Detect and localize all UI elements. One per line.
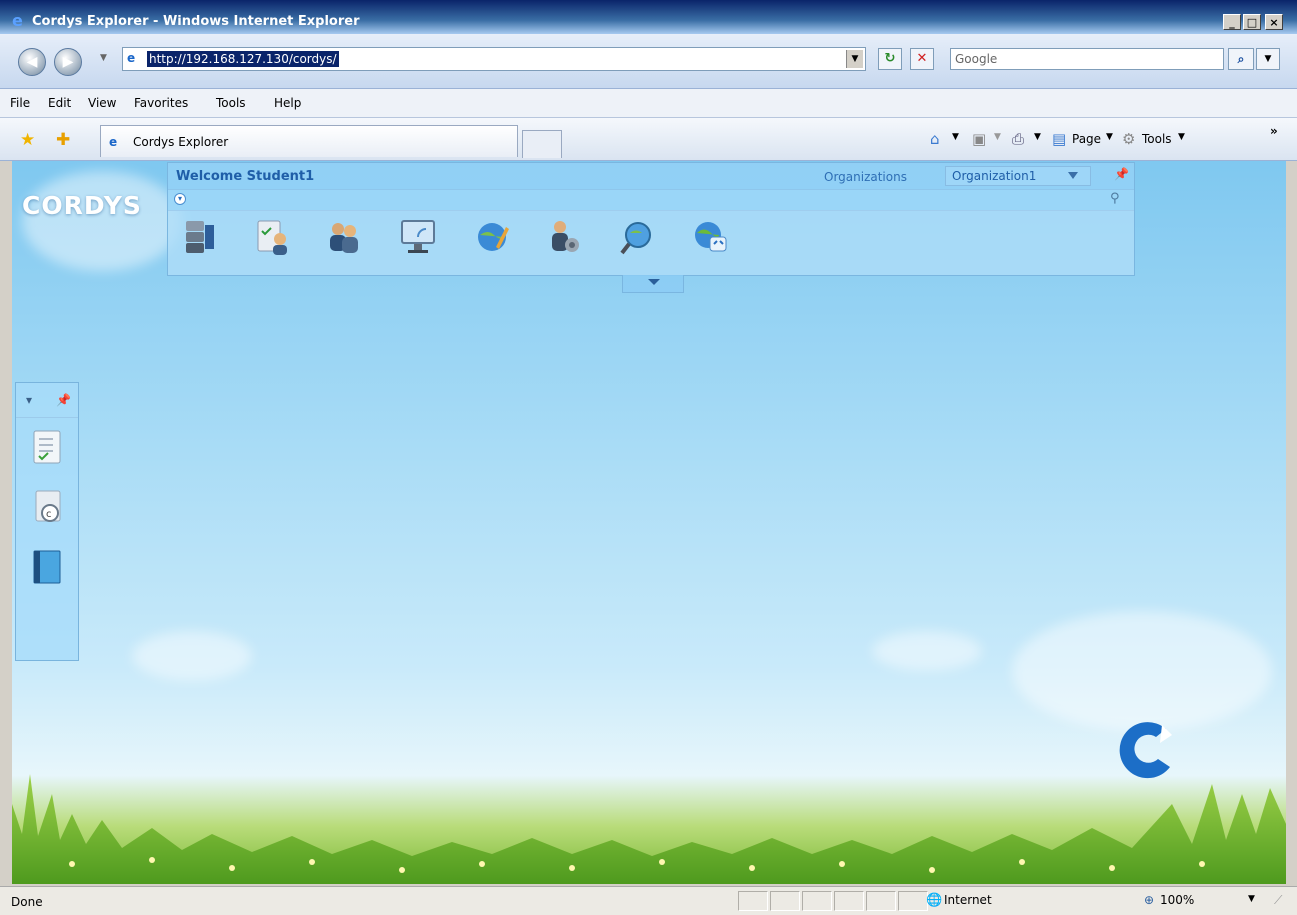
status-pane — [802, 891, 832, 911]
side-pin-icon[interactable]: 📌 — [56, 393, 71, 407]
page-menu-icon[interactable]: ▤ — [1052, 130, 1066, 148]
globe-edit-icon[interactable] — [470, 215, 514, 259]
gear-icon[interactable]: ⚙ — [1122, 130, 1135, 148]
book-icon[interactable] — [28, 547, 68, 587]
user-settings-icon[interactable] — [542, 215, 586, 259]
menu-favorites[interactable]: Favorites — [134, 96, 188, 110]
print-dropdown-icon[interactable]: ▼ — [1034, 132, 1041, 142]
organizations-label: Organizations — [824, 170, 907, 184]
page-menu[interactable]: Page — [1072, 132, 1101, 146]
window-title: Cordys Explorer - Windows Internet Explo… — [32, 14, 360, 29]
cordys-logo: CORDYS — [22, 191, 142, 220]
favorites-star-icon[interactable]: ★ — [20, 130, 35, 150]
new-tab-button[interactable] — [522, 130, 562, 158]
resize-grip-icon[interactable]: ⟋ — [1274, 893, 1282, 908]
zoom-level[interactable]: 100% — [1160, 893, 1194, 907]
minimize-button[interactable]: _ — [1223, 14, 1241, 30]
page-icon: e — [127, 51, 136, 65]
home-dropdown-icon[interactable]: ▼ — [952, 132, 959, 142]
search-tool-icon[interactable]: ⚲ — [1110, 191, 1120, 206]
side-panel-header: ▾ 📌 — [16, 383, 78, 418]
address-bar[interactable]: e http://192.168.127.130/cordys/ ▼ — [122, 47, 866, 71]
app-toolbar-panel: Welcome Student1 Organizations Organizat… — [167, 162, 1135, 276]
zoom-icon: ⊕ — [1144, 893, 1155, 907]
menu-help[interactable]: Help — [274, 96, 301, 110]
background-cloud — [872, 631, 982, 671]
history-dropdown-icon[interactable]: ▼ — [100, 53, 107, 63]
favorites-bar: ★ ✚ e Cordys Explorer ⌂ ▼ ▣ ▼ ⎙ ▼ ▤ Page… — [0, 118, 1297, 161]
tab-title: Cordys Explorer — [133, 135, 229, 149]
task-list-icon[interactable] — [28, 427, 68, 467]
background-cloud — [22, 171, 182, 271]
title-bar: e Cordys Explorer - Windows Internet Exp… — [0, 0, 1297, 34]
menu-file[interactable]: File — [10, 96, 30, 110]
search-options-dropdown[interactable]: ▼ — [1256, 48, 1280, 70]
toolbar-expander[interactable] — [622, 275, 684, 293]
menu-bar: File Edit View Favorites Tools Help — [0, 89, 1297, 118]
menu-view[interactable]: View — [88, 96, 116, 110]
database-icon[interactable] — [178, 215, 222, 259]
status-pane — [738, 891, 768, 911]
collapse-toggle-icon[interactable]: ▾ — [174, 193, 186, 205]
feeds-dropdown-icon[interactable]: ▼ — [994, 132, 1001, 142]
search-input[interactable]: Google — [950, 48, 1224, 70]
status-pane — [898, 891, 928, 911]
forward-button[interactable]: ▶ — [54, 48, 82, 76]
back-button[interactable]: ◀ — [18, 48, 46, 76]
refresh-button[interactable]: ↻ — [878, 48, 902, 70]
zoom-dropdown-icon[interactable]: ▼ — [1248, 894, 1255, 904]
pin-icon[interactable]: 📌 — [1114, 167, 1129, 181]
users-icon[interactable] — [322, 215, 366, 259]
side-panel: ▾ 📌 c — [15, 382, 79, 661]
menu-edit[interactable]: Edit — [48, 96, 71, 110]
cordys-brand-icon — [1119, 722, 1172, 779]
page-icon: e — [109, 135, 118, 149]
chevron-down-icon — [1068, 172, 1078, 179]
copyright-document-icon[interactable]: c — [28, 487, 68, 527]
organization-value: Organization1 — [952, 169, 1037, 183]
background-cloud — [132, 631, 252, 681]
feeds-icon[interactable]: ▣ — [972, 130, 986, 148]
page-content: CORDYS Welcome Student1 Organizations Or… — [12, 161, 1286, 884]
svg-text:c: c — [46, 509, 52, 520]
search-icon[interactable]: ⌕ — [1228, 48, 1254, 70]
internet-zone-icon: 🌐 — [926, 893, 943, 908]
status-pane — [834, 891, 864, 911]
monitor-icon[interactable] — [396, 215, 440, 259]
panel-header: Welcome Student1 Organizations Organizat… — [168, 163, 1134, 190]
chevron-down-icon — [648, 279, 660, 285]
toolbar-overflow-icon[interactable]: » — [1270, 124, 1278, 138]
status-pane — [866, 891, 896, 911]
background-cloud — [1012, 611, 1272, 731]
tools-menu[interactable]: Tools — [1142, 132, 1172, 146]
status-pane — [770, 891, 800, 911]
stop-button[interactable]: ✕ — [910, 48, 934, 70]
security-zone[interactable]: Internet — [944, 893, 992, 907]
welcome-text: Welcome Student1 — [176, 169, 315, 184]
menu-tools[interactable]: Tools — [216, 96, 246, 110]
tab-cordys-explorer[interactable]: e Cordys Explorer — [100, 125, 518, 157]
web-globe-icon[interactable] — [688, 215, 732, 259]
add-favorites-icon[interactable]: ✚ — [56, 130, 70, 150]
status-text: Done — [11, 895, 43, 909]
close-button[interactable]: × — [1265, 14, 1283, 30]
side-menu-dropdown-icon[interactable]: ▾ — [26, 393, 32, 407]
user-tasks-icon[interactable] — [250, 215, 294, 259]
grass-background — [12, 774, 1286, 884]
print-icon[interactable]: ⎙ — [1012, 130, 1024, 148]
internet-explorer-icon: e — [12, 11, 23, 30]
organization-select[interactable]: Organization1 — [945, 166, 1091, 186]
panel-subbar: ▾ ⚲ — [168, 190, 1134, 211]
tools-dropdown-icon[interactable]: ▼ — [1178, 132, 1185, 142]
home-icon[interactable]: ⌂ — [930, 130, 940, 148]
status-bar: Done 🌐 Internet ⊕ 100% ▼ ⟋ — [0, 886, 1297, 915]
address-dropdown-icon[interactable]: ▼ — [846, 50, 863, 68]
page-dropdown-icon[interactable]: ▼ — [1106, 132, 1113, 142]
maximize-button[interactable]: □ — [1243, 14, 1261, 30]
search-globe-icon[interactable] — [616, 215, 660, 259]
url-field[interactable]: http://192.168.127.130/cordys/ — [147, 51, 339, 67]
